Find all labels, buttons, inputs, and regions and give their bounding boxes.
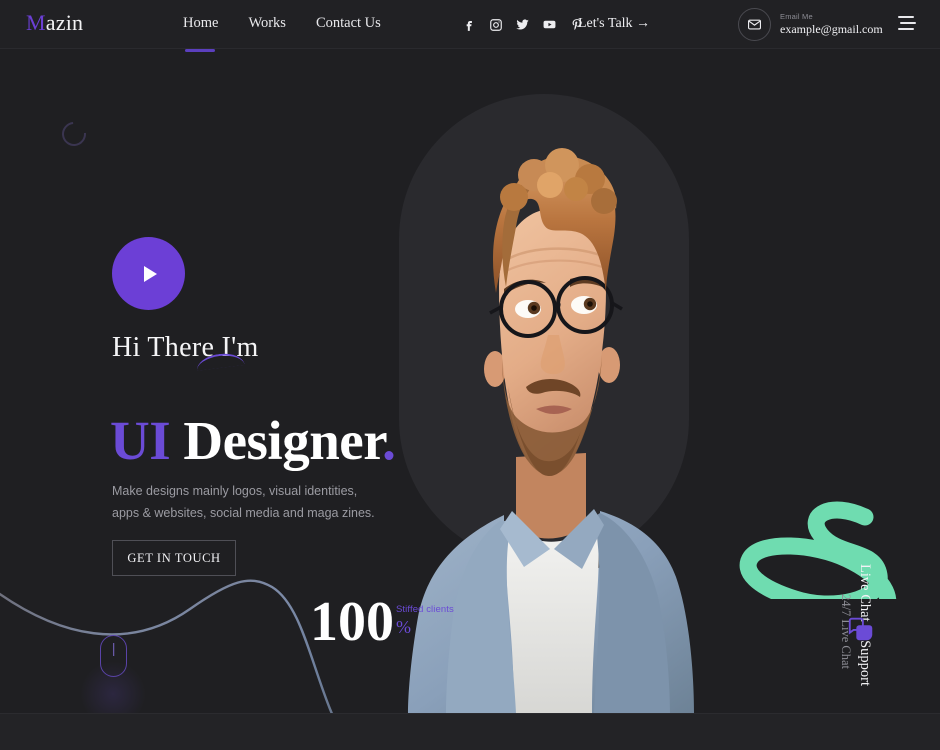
title-dot: . bbox=[382, 410, 396, 471]
social-links bbox=[460, 16, 585, 33]
site-logo[interactable]: Mazin bbox=[26, 10, 83, 36]
hero-description: Make designs mainly logos, visual identi… bbox=[112, 484, 375, 520]
email-label: Email Me bbox=[780, 12, 813, 22]
nav-item-home[interactable]: Home bbox=[183, 15, 219, 52]
play-video-button[interactable] bbox=[112, 237, 185, 310]
hamburger-bar bbox=[898, 28, 914, 30]
nav-label: Contact Us bbox=[315, 15, 381, 31]
facebook-icon[interactable] bbox=[460, 16, 477, 33]
stat-label: Stiffed clients bbox=[396, 604, 454, 615]
instagram-icon[interactable] bbox=[487, 16, 504, 33]
logo-initial: M bbox=[26, 10, 46, 35]
envelope-icon bbox=[738, 8, 771, 41]
green-squiggle-decoration bbox=[739, 501, 897, 599]
ring-decoration bbox=[57, 117, 91, 151]
youtube-icon[interactable] bbox=[541, 16, 558, 33]
hamburger-bar bbox=[900, 22, 916, 24]
stat-percent: % bbox=[396, 617, 411, 637]
email-meta: Email Me example@gmail.com bbox=[780, 12, 883, 36]
mouse-scroll-icon[interactable] bbox=[100, 635, 127, 677]
site-header: Mazin Home Works Contact Us Let's Talk →… bbox=[0, 0, 940, 52]
stat-block: 100 Stiffed clients % bbox=[310, 594, 454, 650]
email-contact[interactable]: Email Me example@gmail.com bbox=[738, 8, 883, 41]
play-icon bbox=[144, 265, 157, 282]
hero-section: Hi There I'm UI Designer. Make designs m… bbox=[0, 49, 940, 713]
twitter-icon[interactable] bbox=[514, 16, 531, 33]
email-address: example@gmail.com bbox=[780, 21, 883, 36]
logo-text: azin bbox=[45, 10, 84, 35]
stat-number: 100 bbox=[310, 591, 394, 653]
nav-label: Works bbox=[248, 15, 286, 31]
hamburger-icon[interactable] bbox=[898, 16, 916, 34]
nav-item-works[interactable]: Works bbox=[248, 15, 286, 35]
nav-item-contact-us[interactable]: Contact Us bbox=[316, 15, 381, 35]
stat-meta: Stiffed clients % bbox=[396, 604, 454, 638]
lets-talk-link[interactable]: Let's Talk → bbox=[578, 16, 650, 32]
title-accent: UI bbox=[110, 410, 171, 471]
nav-label: Home bbox=[183, 15, 219, 31]
page-root: Mazin Home Works Contact Us Let's Talk →… bbox=[0, 0, 940, 750]
chat-bubble-icon[interactable] bbox=[846, 614, 876, 644]
main-navigation: Home Works Contact Us bbox=[183, 15, 381, 52]
get-in-touch-button[interactable]: GET IN TOUCH bbox=[112, 540, 236, 576]
hamburger-bar bbox=[898, 16, 914, 18]
page-title: UI Designer. bbox=[110, 409, 396, 472]
next-section-strip bbox=[0, 714, 940, 750]
title-main: Designer bbox=[183, 410, 383, 471]
